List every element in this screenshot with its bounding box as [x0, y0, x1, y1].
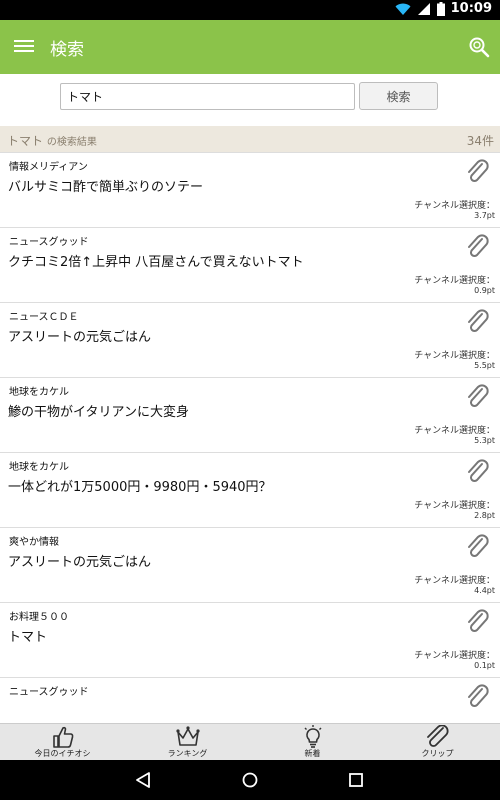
page-title: 検索 — [50, 40, 84, 60]
item-channel: 地球をカケル — [9, 462, 69, 473]
recents-icon[interactable] — [347, 771, 365, 789]
item-degree-label: チャンネル選択度： — [414, 576, 495, 586]
item-title: バルサミコ酢で簡単ぶりのソテー — [8, 180, 204, 195]
tab-new[interactable]: 新着 — [250, 724, 375, 760]
item-degree-label: チャンネル選択度： — [414, 201, 495, 211]
paperclip-icon[interactable] — [465, 309, 491, 335]
paperclip-icon[interactable] — [465, 234, 491, 260]
item-degree-value: 4.4pt — [474, 586, 495, 595]
results-header: トマト の検索結果 34件 — [0, 126, 500, 153]
home-icon[interactable] — [241, 771, 259, 789]
item-channel: 爽やか情報 — [9, 537, 59, 548]
tab-label: 今日のイチオシ — [34, 749, 91, 758]
thumbs-up-icon — [52, 726, 73, 748]
item-title: 鯵の干物がイタリアンに大変身 — [8, 405, 189, 420]
paperclip-icon — [426, 725, 449, 747]
tab-ranking[interactable]: ランキング — [125, 724, 250, 760]
menu-button[interactable] — [14, 37, 34, 57]
item-degree-value: 5.3pt — [474, 436, 495, 445]
item-degree-label: チャンネル選択度： — [414, 651, 495, 661]
search-button[interactable]: 検索 — [359, 82, 438, 110]
cellular-signal-icon — [417, 2, 430, 15]
results-list: 情報メリディアン バルサミコ酢で簡単ぶりのソテー チャンネル選択度： 3.7pt… — [0, 153, 500, 723]
paperclip-icon[interactable] — [465, 159, 491, 185]
tab-label: 新着 — [304, 749, 321, 758]
status-bar: 10:09 — [0, 0, 500, 20]
item-degree-value: 3.7pt — [474, 211, 495, 220]
list-item[interactable]: ニュースグゥッド — [0, 678, 500, 723]
paperclip-icon[interactable] — [465, 384, 491, 410]
item-degree-label: チャンネル選択度： — [414, 276, 495, 286]
list-item[interactable]: 地球をカケル 一体どれが1万5000円・9980円・5940円？ チャンネル選択… — [0, 453, 500, 528]
item-title: トマト — [8, 630, 48, 645]
item-degree-label: チャンネル選択度： — [414, 351, 495, 361]
results-keyword-wrap: トマト の検索結果 — [7, 132, 97, 149]
item-channel: ニュースグゥッド — [9, 237, 89, 248]
tab-clip[interactable]: クリップ — [375, 724, 500, 760]
system-nav-bar — [0, 760, 500, 800]
item-channel: お料理５００ — [9, 612, 69, 623]
bottom-nav: 今日のイチオシ ランキング 新着 クリップ — [0, 723, 500, 760]
item-channel: ニュースＣＤＥ — [9, 312, 79, 323]
results-keyword: トマト — [7, 134, 44, 148]
status-time: 10:09 — [450, 1, 492, 16]
search-icon[interactable] — [468, 36, 490, 58]
item-degree-value: 0.1pt — [474, 661, 495, 670]
paperclip-icon[interactable] — [465, 459, 491, 485]
list-item[interactable]: ニュースＣＤＥ アスリートの元気ごはん チャンネル選択度： 5.5pt — [0, 303, 500, 378]
menu-icon-bar — [14, 40, 34, 42]
back-icon[interactable] — [134, 771, 152, 789]
menu-icon-bar — [14, 45, 34, 47]
wifi-icon — [395, 3, 411, 15]
item-title: 一体どれが1万5000円・9980円・5940円？ — [8, 480, 272, 495]
app-bar: 検索 — [0, 20, 500, 74]
menu-icon-bar — [14, 50, 34, 52]
results-suffix: の検索結果 — [46, 137, 97, 148]
list-item[interactable]: ニュースグゥッド クチコミ2倍↑上昇中 八百屋さんで買えないトマト チャンネル選… — [0, 228, 500, 303]
search-input[interactable] — [60, 83, 355, 110]
paperclip-icon[interactable] — [465, 684, 491, 710]
tab-today-pick[interactable]: 今日のイチオシ — [0, 724, 125, 760]
paperclip-icon[interactable] — [465, 534, 491, 560]
battery-icon — [436, 1, 445, 16]
item-channel: ニュースグゥッド — [9, 687, 89, 698]
search-area: 検索 — [0, 74, 500, 126]
lightbulb-icon — [304, 725, 321, 748]
item-channel: 情報メリディアン — [9, 162, 88, 173]
status-icons: 10:09 — [395, 1, 492, 16]
tab-label: ランキング — [167, 749, 208, 758]
tab-label: クリップ — [421, 749, 454, 758]
item-channel: 地球をカケル — [9, 387, 69, 398]
item-degree-label: チャンネル選択度： — [414, 426, 495, 436]
item-degree-value: 5.5pt — [474, 361, 495, 370]
item-title: クチコミ2倍↑上昇中 八百屋さんで買えないトマト — [8, 255, 304, 270]
item-degree-label: チャンネル選択度： — [414, 501, 495, 511]
item-title: アスリートの元気ごはん — [8, 330, 152, 345]
item-title: アスリートの元気ごはん — [8, 555, 152, 570]
paperclip-icon[interactable] — [465, 609, 491, 635]
crown-icon — [175, 726, 200, 746]
list-item[interactable]: 情報メリディアン バルサミコ酢で簡単ぶりのソテー チャンネル選択度： 3.7pt — [0, 153, 500, 228]
item-degree-value: 2.8pt — [474, 511, 495, 520]
item-degree-value: 0.9pt — [474, 286, 495, 295]
list-item[interactable]: お料理５００ トマト チャンネル選択度： 0.1pt — [0, 603, 500, 678]
list-item[interactable]: 地球をカケル 鯵の干物がイタリアンに大変身 チャンネル選択度： 5.3pt — [0, 378, 500, 453]
list-item[interactable]: 爽やか情報 アスリートの元気ごはん チャンネル選択度： 4.4pt — [0, 528, 500, 603]
results-count: 34件 — [466, 134, 494, 148]
